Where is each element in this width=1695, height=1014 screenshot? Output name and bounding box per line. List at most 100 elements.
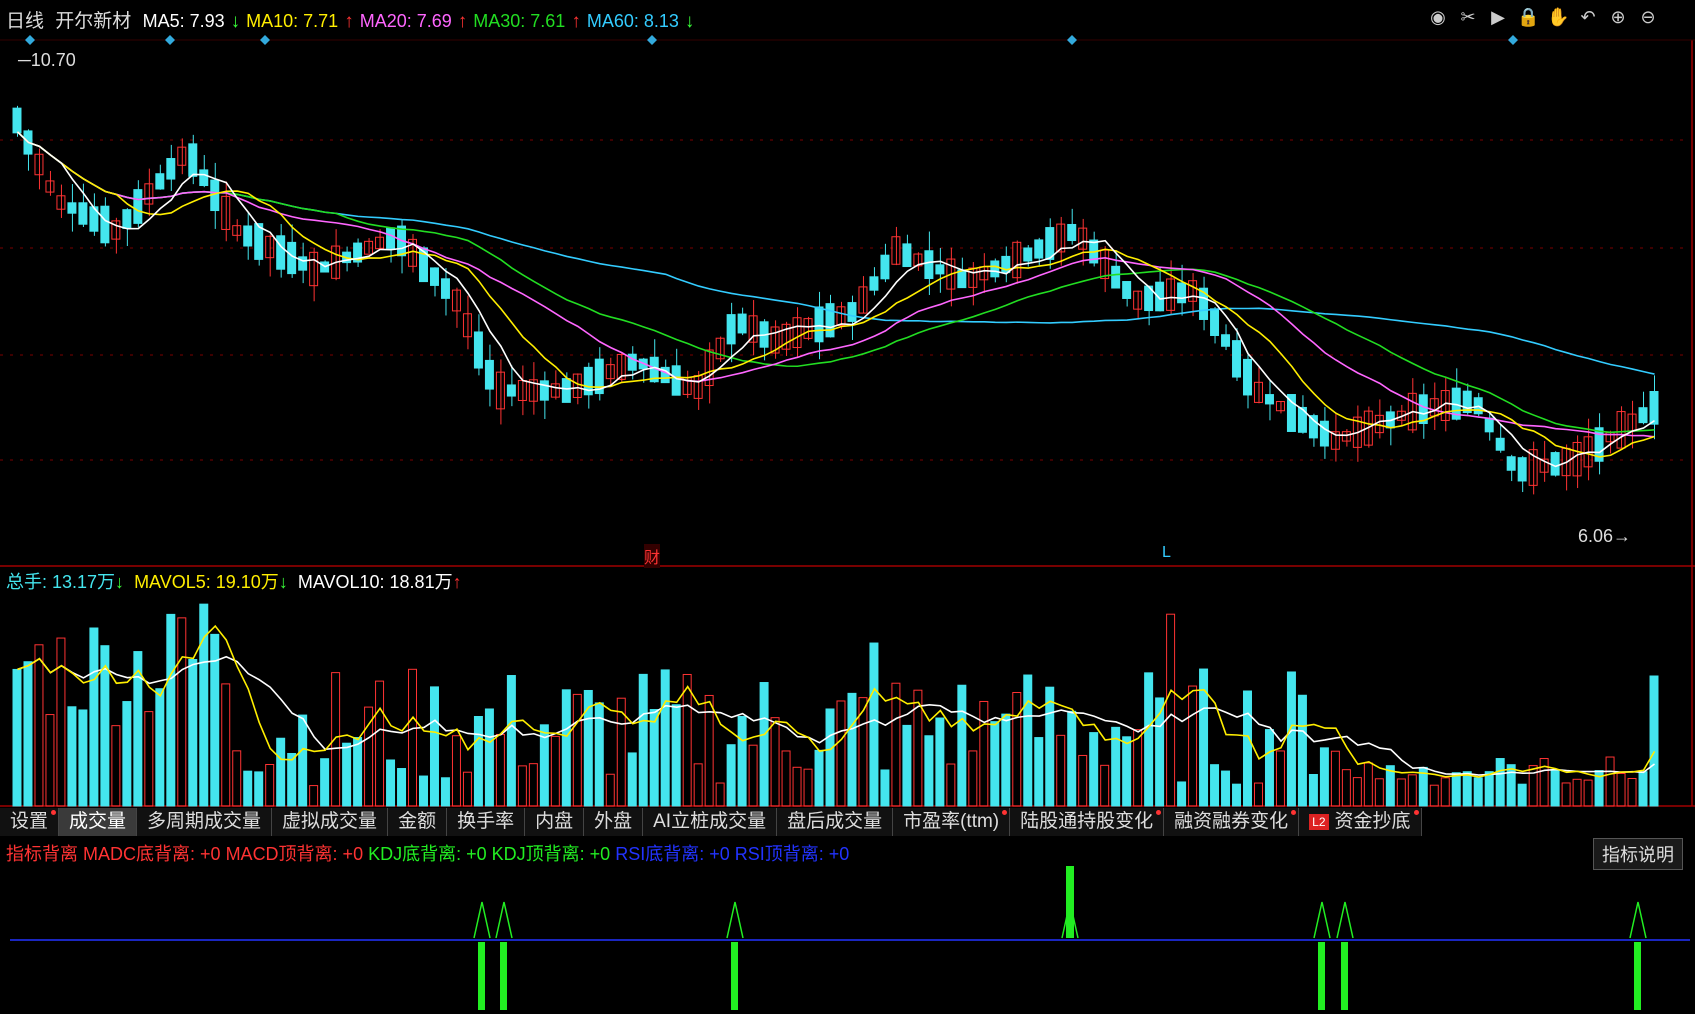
volume-bar [803,768,813,807]
volume-bar [1462,771,1472,807]
candle-body [188,143,198,177]
tab-label: 多周期成交量 [147,811,262,832]
tab-5[interactable]: 换手率 [447,808,526,836]
volume-bar [1451,772,1461,807]
volume-bar [331,672,341,807]
volume-bar [1232,783,1242,807]
volume-bar [166,613,176,807]
rsi-top: RSI顶背离: +0 [734,844,850,864]
volume-bar [1506,764,1516,807]
candle-body [880,254,890,280]
volume-bar [957,684,967,807]
indicator-title: 指标背离 [6,844,78,864]
volume-bar [1221,770,1231,807]
volume-bar [177,617,187,807]
tab-11[interactable]: 陆股通持股变化 [1010,808,1165,836]
signal-bar-up [1066,866,1074,938]
l-marker[interactable]: L [1162,544,1171,562]
volume-bar [276,737,286,807]
volume-bar [12,668,22,807]
tab-dot [1002,810,1008,815]
candle-body [1122,281,1132,299]
event-diamond [25,35,35,45]
signal-bar-down [478,942,485,1010]
candle-body [484,359,494,390]
volume-bar [979,700,989,807]
tab-0[interactable]: 设置 [0,808,60,836]
volume-bar [1605,756,1615,807]
tab-10[interactable]: 市盈率(ttm) [893,808,1011,836]
finance-marker[interactable]: 财 [644,544,661,568]
tab-1[interactable]: 成交量 [59,808,138,836]
volume-bar [1583,779,1593,807]
volume-bar [902,724,912,807]
signal-peak [1313,901,1331,939]
tab-6[interactable]: 内盘 [525,808,585,836]
candle-body [506,384,516,397]
volume-bar [1517,783,1527,807]
candle-body [671,365,681,396]
volume-header: 总手: 13.17万↓ MAVOL5: 19.10万↓ MAVOL10: 18.… [6,568,462,594]
volume-bar [232,750,242,807]
volume-bar [473,716,483,807]
tab-2[interactable]: 多周期成交量 [137,808,273,836]
tab-dot [1291,810,1297,815]
event-diamond [260,35,270,45]
indicator-explain-button[interactable]: 指标说明 [1593,838,1683,870]
volume-bar [155,688,165,807]
volume-bar [517,765,527,807]
tab-label: 内盘 [535,811,574,832]
signal-peak [726,901,744,939]
tab-8[interactable]: AI立桩成交量 [643,808,778,836]
candle-body [1177,282,1187,304]
candle-body [1045,227,1055,260]
volume-bar [1253,782,1263,807]
candle-body [45,180,55,193]
madc-bottom: MADC底背离: +0 [83,844,221,864]
tab-9[interactable]: 盘后成交量 [777,808,894,836]
candle-body [122,209,132,229]
volume-bar [627,752,637,807]
volume-bar [34,644,44,807]
candle-body [1319,420,1329,447]
volume-bar [836,700,846,807]
volume-bar [1012,692,1022,807]
volume-bar [1133,729,1143,807]
volume-bar [924,735,934,807]
volume-bar [781,750,791,807]
tab-label: 金额 [398,811,437,832]
tab-4[interactable]: 金额 [388,808,448,836]
volume-bar [1177,781,1187,807]
volume-bar [386,759,396,807]
volume-bar [67,706,77,807]
event-diamond [1067,35,1077,45]
tab-12[interactable]: 融资融券变化 [1164,808,1300,836]
candle-body [440,278,450,299]
volume-bar [682,673,692,807]
volume-bar [572,693,582,807]
volume-bar [397,768,407,807]
tab-7[interactable]: 外盘 [584,808,644,836]
volume-bar [1396,778,1406,807]
volume-bar [1188,685,1198,807]
volume-bar [265,763,275,807]
volume-bar [56,637,66,807]
volume-bar [550,735,560,807]
volume-bar [770,717,780,807]
volume-bar [561,689,571,807]
mavol5-line [17,624,1656,778]
volume-bar [1144,672,1154,807]
volume-bar [440,777,450,807]
candle-body [265,235,275,259]
tab-3[interactable]: 虚拟成交量 [272,808,389,836]
candle-body [1253,381,1263,403]
tab-13[interactable]: L2 资金抄底 [1299,808,1422,836]
volume-bar [1319,747,1329,807]
volume-bar [1638,771,1648,807]
kdj-top: KDJ顶背离: +0 [491,844,611,864]
volume-bar [1484,771,1494,807]
volume-bar [506,675,516,807]
volume-bar [1210,764,1220,807]
candle-body [429,267,439,286]
volume-bar [792,766,802,807]
